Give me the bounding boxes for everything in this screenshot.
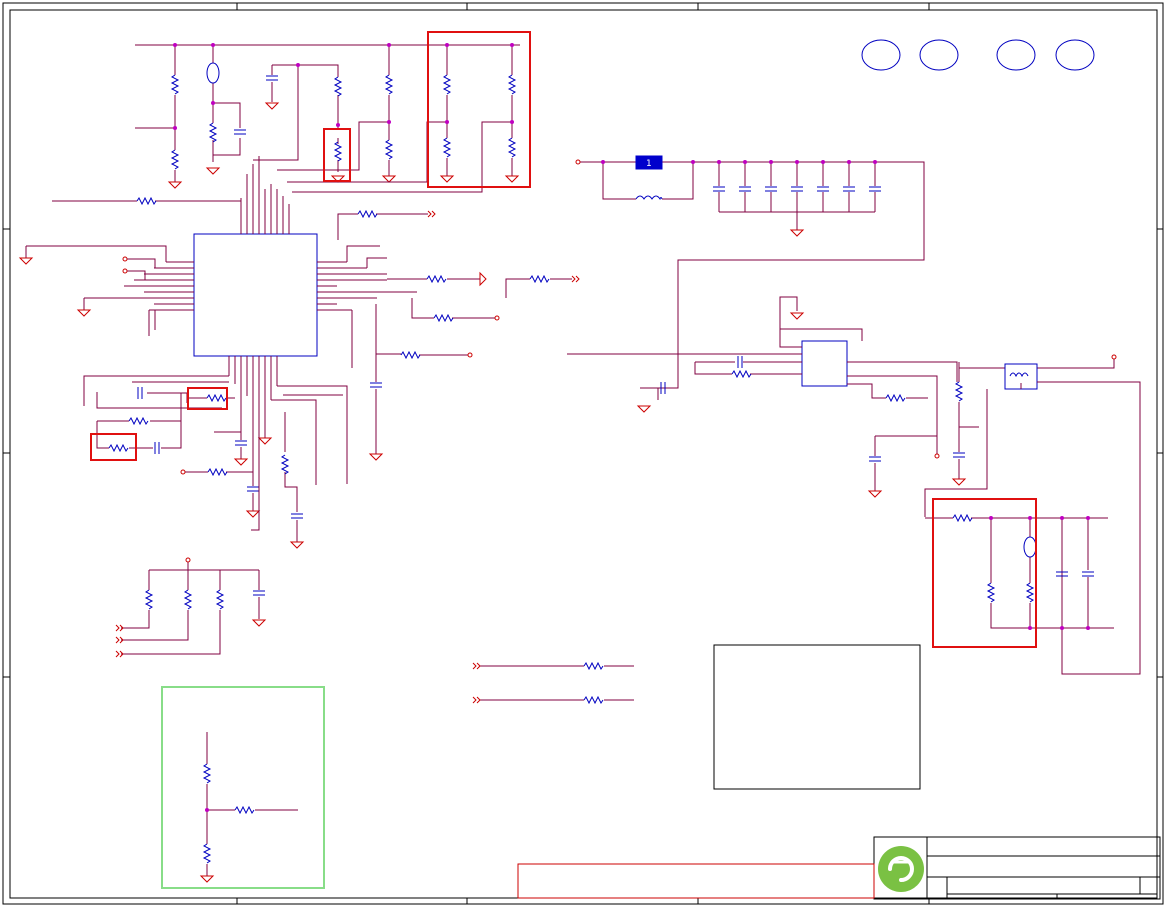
- company-logo: [878, 846, 924, 892]
- fuse-label: 1: [646, 159, 652, 169]
- highlight-box-r-left: [90, 433, 137, 461]
- schematic-canvas: 1: [2, 2, 1164, 905]
- top-left-pullup-network: [135, 43, 520, 189]
- ic-bottom-network: [83, 375, 348, 549]
- output-sensing-network: [925, 498, 1114, 648]
- mounting-holes: [861, 39, 1095, 71]
- series-resistor-lines: [472, 662, 634, 704]
- main-ic-u1: [84, 156, 417, 412]
- regulator-u2: [567, 296, 1141, 675]
- left-signal-lines: [19, 197, 241, 336]
- power-input-filter: 1: [575, 155, 925, 389]
- ic-right-side-network: [331, 210, 580, 461]
- sheet-frame: [2, 2, 1164, 905]
- callout-divider-circuit: [161, 686, 325, 889]
- title-block: [517, 836, 1161, 900]
- notes-box: [713, 644, 921, 790]
- lower-left-resistor-bank: [115, 557, 266, 658]
